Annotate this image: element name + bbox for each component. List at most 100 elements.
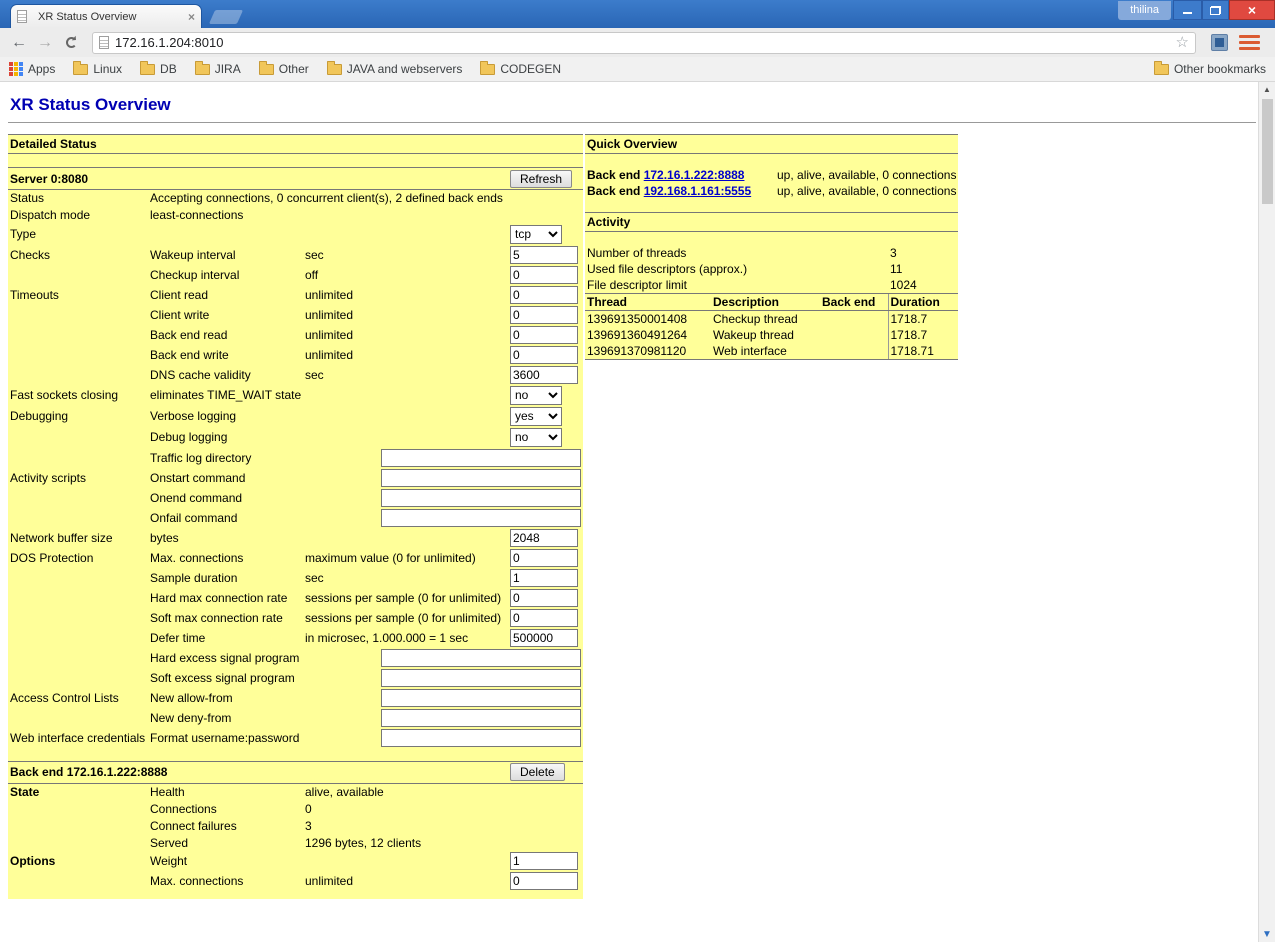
text-input[interactable] <box>381 649 581 667</box>
thread-thread: 139691360491264 <box>585 327 711 343</box>
scrollbar[interactable]: ▲ ▼ <box>1258 82 1275 942</box>
forward-button[interactable]: → <box>32 34 58 52</box>
dropdown-select[interactable]: no <box>510 386 562 405</box>
dropdown-select[interactable]: tcp <box>510 225 562 244</box>
close-button[interactable]: × <box>1229 0 1275 20</box>
table-row: Checkup intervaloff <box>8 265 583 285</box>
text-input[interactable] <box>381 489 581 507</box>
bookmark-folder[interactable]: JIRA <box>195 62 241 76</box>
row-label: Back end write <box>148 345 303 365</box>
table-row: Onend command <box>8 488 583 508</box>
row-category <box>8 265 148 285</box>
table-row: Hard max connection ratesessions per sam… <box>8 588 583 608</box>
control-cell <box>303 728 583 748</box>
reload-icon <box>66 37 77 48</box>
url-text[interactable]: 172.16.1.204:8010 <box>115 35 1176 50</box>
value-input[interactable] <box>510 306 578 324</box>
thread-header-cell: Description <box>711 294 820 311</box>
page-icon <box>99 36 109 49</box>
row-label: Traffic log directory <box>148 448 303 468</box>
value-input[interactable] <box>510 286 578 304</box>
bookmark-label: DB <box>160 62 177 76</box>
tab-close-icon[interactable]: × <box>188 11 195 23</box>
refresh-button[interactable]: Refresh <box>510 170 572 188</box>
control-cell <box>508 783 583 800</box>
backend-link[interactable]: 192.168.1.161:5555 <box>644 184 751 198</box>
text-input[interactable] <box>381 469 581 487</box>
maximize-button[interactable] <box>1202 0 1229 20</box>
backend-header-row: Back end 172.16.1.222:8888 Delete <box>8 761 583 783</box>
value-input[interactable] <box>510 569 578 587</box>
text-input[interactable] <box>381 449 581 467</box>
control-cell <box>508 628 583 648</box>
value-input[interactable] <box>510 326 578 344</box>
row-note <box>303 385 508 406</box>
back-button[interactable]: ← <box>6 34 32 52</box>
apps-button[interactable]: Apps <box>9 62 55 76</box>
text-input[interactable] <box>381 669 581 687</box>
tab-title: XR Status Overview <box>38 11 183 23</box>
bookmark-folders: Linux DB JIRA Other JAVA and webservers CODEG… <box>73 62 579 76</box>
value-input[interactable] <box>510 549 578 567</box>
value-input[interactable] <box>510 629 578 647</box>
extension-icon[interactable] <box>1211 34 1228 51</box>
control-cell <box>508 345 583 365</box>
table-row: Client writeunlimited <box>8 305 583 325</box>
control-cell <box>303 668 583 688</box>
value-input[interactable] <box>510 609 578 627</box>
bookmark-folder[interactable]: CODEGEN <box>480 62 561 76</box>
other-bookmarks-button[interactable]: Other bookmarks <box>1154 62 1266 76</box>
backend-title: Back end 172.16.1.222:8888 <box>8 761 508 783</box>
control-cell <box>508 851 583 871</box>
folder-icon <box>259 64 274 75</box>
bookmark-star-icon[interactable]: ☆ <box>1176 35 1189 50</box>
menu-icon[interactable] <box>1239 35 1260 50</box>
reload-button[interactable] <box>58 37 84 48</box>
dropdown-select[interactable]: no <box>510 428 562 447</box>
scroll-up-arrow[interactable]: ▲ <box>1259 82 1275 97</box>
value-input[interactable] <box>510 529 578 547</box>
value-input[interactable] <box>510 346 578 364</box>
scrollbar-thumb[interactable] <box>1262 99 1273 204</box>
row-label: Hard max connection rate <box>148 588 303 608</box>
delete-button[interactable]: Delete <box>510 763 565 781</box>
table-row: Activity scriptsOnstart command <box>8 468 583 488</box>
bookmark-folder[interactable]: Other <box>259 62 309 76</box>
scroll-down-arrow[interactable]: ▼ <box>1259 927 1275 942</box>
browser-tab[interactable]: XR Status Overview × <box>10 4 202 28</box>
text-input[interactable] <box>381 709 581 727</box>
text-input[interactable] <box>381 689 581 707</box>
backend-link[interactable]: 172.16.1.222:8888 <box>644 168 745 182</box>
text-input[interactable] <box>381 509 581 527</box>
profile-badge[interactable]: thilina <box>1118 1 1171 20</box>
control-cell <box>508 325 583 345</box>
row-category <box>8 448 148 468</box>
value-input[interactable] <box>510 589 578 607</box>
row-category: Options <box>8 851 148 871</box>
table-row: StateHealthalive, available <box>8 783 583 800</box>
thread-thread: 139691370981120 <box>585 343 711 360</box>
minimize-button[interactable] <box>1173 0 1202 20</box>
new-tab-button[interactable] <box>209 10 243 24</box>
control-cell <box>303 648 583 668</box>
row-category <box>8 568 148 588</box>
row-label: Format username:password <box>148 728 303 748</box>
address-bar[interactable]: 172.16.1.204:8010 ☆ <box>92 32 1196 54</box>
bookmark-folder[interactable]: Linux <box>73 62 122 76</box>
thread-header-row: ThreadDescriptionBack endDuration <box>585 294 958 311</box>
table-row: New deny-from <box>8 708 583 728</box>
value-input[interactable] <box>510 852 578 870</box>
dropdown-select[interactable]: yes <box>510 407 562 426</box>
row-value: Accepting connections, 0 concurrent clie… <box>148 190 583 207</box>
table-row: Sample durationsec <box>8 568 583 588</box>
value-input[interactable] <box>510 266 578 284</box>
table-row: Network buffer sizebytes <box>8 528 583 548</box>
value-input[interactable] <box>510 246 578 264</box>
value-input[interactable] <box>510 872 578 890</box>
value-input[interactable] <box>510 366 578 384</box>
bookmark-folder[interactable]: DB <box>140 62 177 76</box>
text-input[interactable] <box>381 729 581 747</box>
control-cell <box>508 817 583 834</box>
table-row: Dispatch modeleast-connections <box>8 207 583 224</box>
bookmark-folder[interactable]: JAVA and webservers <box>327 62 463 76</box>
